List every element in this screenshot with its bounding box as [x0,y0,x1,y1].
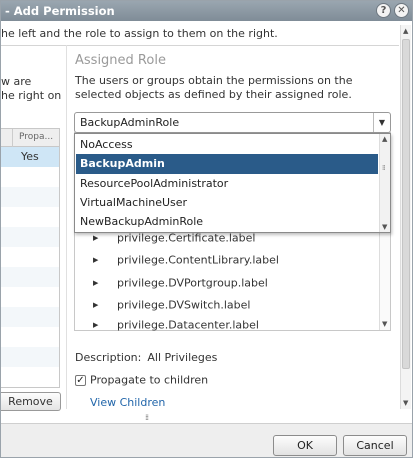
table-row-empty [1,367,59,387]
privilege-label: privilege.Certificate.label [117,231,256,245]
users-description-line: w are [1,75,32,88]
cancel-button[interactable]: Cancel [343,435,407,456]
users-column-header[interactable] [1,129,13,147]
add-permission-dialog: - Add Permission ? ✕ he left and the rol… [0,0,413,458]
expand-triangle-icon[interactable]: ▶ [93,301,117,309]
propagate-checkbox-row[interactable]: ✓ Propagate to children [75,373,208,387]
tree-item[interactable]: ▶ privilege.DVSwitch.label [93,298,250,316]
role-option-resourcepooladministrator[interactable]: ResourcePoolAdministrator [76,174,378,194]
role-option-backupadmin[interactable]: BackupAdmin [76,154,378,174]
scroll-down-icon[interactable]: ▼ [382,320,387,328]
chevron-down-icon[interactable]: ▼ [373,113,390,132]
role-description-line: Description: All Privileges [75,351,217,364]
window-scrollbar[interactable]: ▲ ▼ [400,25,411,409]
description-label: Description: [75,351,142,364]
role-select-value: BackupAdminRole [80,116,180,129]
scroll-down-icon[interactable]: ▼ [382,223,387,231]
role-option-noaccess[interactable]: NoAccess [76,135,378,155]
tree-item[interactable]: ▶ privilege.Datacenter.label [93,318,259,336]
table-row-empty [1,187,59,207]
tree-item[interactable]: ▶ privilege.Certificate.label [93,231,255,249]
role-select[interactable]: BackupAdminRole ▼ [74,112,391,133]
propagate-column-header[interactable]: Propa... [19,132,53,142]
users-table-header: Propa... [1,129,59,147]
description-value: All Privileges [147,351,218,364]
remove-button[interactable]: Remove [1,392,61,411]
panel-splitter[interactable] [66,45,67,409]
table-row-empty [1,307,59,327]
propagate-cell: Yes [21,150,39,163]
privilege-label: privilege.ContentLibrary.label [117,253,279,267]
table-row-empty [1,327,59,347]
title-bar[interactable]: - Add Permission ? ✕ [1,1,412,21]
table-row-empty [1,267,59,287]
help-icon[interactable]: ? [376,3,391,18]
table-row-empty [1,207,59,227]
expand-triangle-icon[interactable]: ▶ [93,234,117,242]
instruction-text: he left and the role to assign to them o… [1,27,278,40]
scroll-up-icon[interactable]: ▲ [403,27,408,35]
header-divider [1,45,399,46]
scroll-down-icon[interactable]: ▼ [403,399,408,407]
close-icon[interactable]: ✕ [394,3,409,18]
view-children-link[interactable]: View Children [90,396,165,409]
users-description-line: he right on [1,89,62,102]
expand-triangle-icon[interactable]: ▶ [93,321,117,329]
tree-item[interactable]: ▶ privilege.DVPortgroup.label [93,276,268,294]
assigned-role-description: The users or groups obtain the permissio… [75,74,353,101]
resize-grip-icon[interactable]: ⁞⁞ [145,413,149,422]
table-row[interactable]: Yes [1,147,59,167]
table-row-empty [1,347,59,367]
privilege-label: privilege.DVSwitch.label [117,298,251,312]
assigned-role-heading: Assigned Role [75,53,166,68]
tree-item[interactable]: ▶ privilege.ContentLibrary.label [93,253,279,271]
dialog-title: - Add Permission [5,4,115,18]
expand-triangle-icon[interactable]: ▶ [93,279,117,287]
dropdown-scrollbar[interactable]: ▲ ⁞⁞ ▼ [379,134,390,232]
table-row-empty [1,227,59,247]
privilege-label: privilege.DVPortgroup.label [117,276,268,290]
privilege-label: privilege.Datacenter.label [117,318,259,332]
users-table: Propa... Yes [1,128,60,388]
propagate-checkbox[interactable]: ✓ [75,374,86,386]
propagate-label[interactable]: Propagate to children [90,374,208,387]
ok-button[interactable]: OK [273,435,337,456]
table-row-empty [1,387,59,388]
scrollbar-thumb[interactable] [402,39,410,369]
scroll-grip-icon[interactable]: ⁞⁞ [382,164,386,172]
table-row-empty [1,167,59,187]
role-dropdown-list: NoAccess BackupAdmin ResourcePoolAdminis… [74,133,391,233]
dialog-footer: OK Cancel [1,423,412,457]
expand-triangle-icon[interactable]: ▶ [93,256,117,264]
scroll-up-icon[interactable]: ▲ [382,135,387,143]
table-row-empty [1,247,59,267]
users-description: w are he right on [1,75,61,103]
table-row-empty [1,287,59,307]
role-option-newbackupadminrole[interactable]: NewBackupAdminRole [76,212,378,232]
role-option-virtualmachineuser[interactable]: VirtualMachineUser [76,193,378,213]
